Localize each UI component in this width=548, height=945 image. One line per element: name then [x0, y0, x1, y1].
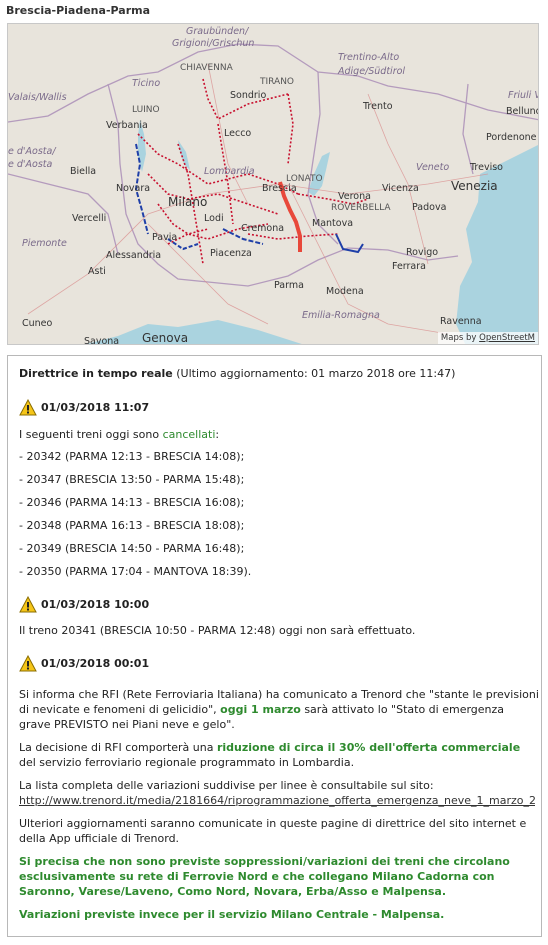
p2-highlight: riduzione di circa il 30% dell'offerta c… [216, 741, 521, 754]
map-label: Graubünden/ [186, 26, 250, 37]
map-label: Modena [326, 286, 364, 297]
panel-headline: Direttrice in tempo reale (Ultimo aggior… [19, 366, 539, 382]
trenord-pdf-link[interactable]: http://www.trenord.it/media/2181664/ripr… [19, 794, 535, 807]
map-label: Venezia [451, 179, 498, 193]
entry-paragraph-highlight: Si precisa che non sono previste soppres… [19, 855, 510, 898]
map-label: Trentino-Alto [338, 52, 399, 63]
map-label: Sondrio [230, 90, 266, 101]
map-label: Biella [70, 166, 96, 177]
map-label: Savona [84, 336, 119, 345]
train-item: - 20349 (BRESCIA 14:50 - PARMA 16:48); [19, 542, 245, 555]
map-label: Lodi [204, 213, 224, 224]
headline-update-time: (Ultimo aggiornamento: 01 marzo 2018 ore… [172, 367, 456, 380]
map-label: Grigioni/Grischun [172, 38, 254, 49]
map-label: CHIAVENNA [180, 63, 234, 73]
map-label: Treviso [469, 162, 503, 173]
train-item: - 20348 (PARMA 16:13 - BRESCIA 18:08); [19, 519, 245, 532]
p2-text-after: del servizio ferroviario regionale progr… [19, 756, 355, 769]
map-label: Lecco [224, 128, 251, 139]
map-label: Ferrara [392, 261, 426, 272]
page-title: Brescia-Piadena-Parma [6, 4, 151, 17]
map-label: ROVERBELLA [331, 203, 391, 213]
map-label: Emilia-Romagna [302, 310, 380, 321]
realtime-panel: Direttrice in tempo reale (Ultimo aggior… [7, 355, 542, 937]
entry-paragraph-highlight: Variazioni previste invece per il serviz… [19, 908, 445, 921]
map-label: Verbania [106, 120, 148, 131]
p3-text: La lista completa delle variazioni suddi… [19, 779, 434, 792]
map-label: Parma [274, 280, 304, 291]
map-label: Mantova [312, 218, 353, 229]
map-label: Belluno [506, 106, 539, 117]
map-label: Pavia [152, 232, 177, 243]
map-label: Cuneo [22, 318, 53, 329]
entry-header: 01/03/2018 00:01 [19, 653, 539, 673]
warning-icon [19, 595, 37, 612]
p2-text: La decisione di RFI comporterà una [19, 741, 217, 754]
map-label: Rovigo [406, 247, 438, 258]
map-label: Veneto [416, 162, 449, 173]
link-wrapper: http://www.trenord.it/media/2181664/ripr… [19, 793, 535, 808]
map-label: Ticino [132, 78, 160, 89]
entry-paragraph: La lista completa delle variazioni suddi… [19, 778, 539, 808]
warning-icon [19, 654, 37, 671]
map-label: e d'Aosta [8, 159, 52, 170]
map-label: Pordenone [486, 132, 537, 143]
entry-date: 01/03/2018 00:01 [41, 656, 150, 670]
entry-text: Il treno 20341 (BRESCIA 10:50 - PARMA 12… [19, 624, 416, 637]
map-label: Trento [362, 101, 393, 112]
entry-paragraph: Si informa che RFI (Rete Ferroviaria Ita… [19, 687, 539, 732]
map-label: Brescia [262, 183, 297, 194]
map-label: Novara [116, 183, 150, 194]
map-label: TIRANO [259, 77, 294, 87]
map-label: Valais/Wallis [8, 92, 67, 103]
map-label: Asti [88, 266, 106, 277]
entry-paragraph: Ulteriori aggiornamenti saranno comunica… [19, 817, 527, 845]
train-item: - 20346 (PARMA 14:13 - BRESCIA 16:08); [19, 496, 245, 509]
map-attribution: Maps by OpenStreetM [437, 332, 538, 344]
train-item: - 20347 (BRESCIA 13:50 - PARMA 15:48); [19, 473, 245, 486]
entry-paragraph: La decisione di RFI comporterà una riduz… [19, 740, 539, 770]
map-label: Piemonte [22, 238, 67, 249]
warning-icon [19, 398, 37, 415]
train-item: - 20342 (PARMA 12:13 - BRESCIA 14:08); [19, 450, 245, 463]
map-label: Vicenza [382, 183, 419, 194]
train-item: - 20350 (PARMA 17:04 - MANTOVA 18:39). [19, 565, 252, 578]
route-map[interactable]: Graubünden/ Grigioni/Grischun CHIAVENNA … [7, 23, 539, 345]
map-label: Lombardia [204, 166, 255, 177]
headline-title: Direttrice in tempo reale [19, 367, 173, 380]
entry-date: 01/03/2018 11:07 [41, 400, 150, 414]
map-label: Friuli V [508, 90, 539, 101]
intro-colon: : [215, 428, 220, 441]
attribution-prefix: Maps by [440, 333, 477, 343]
entry-date: 01/03/2018 10:00 [41, 597, 150, 611]
map-label: Piacenza [210, 248, 252, 259]
map-label: Alessandria [106, 250, 161, 261]
map-label: Milano [168, 195, 207, 209]
map-label: Adige/Südtirol [337, 66, 405, 77]
map-label: Cremona [241, 223, 284, 234]
intro-text: I seguenti treni oggi sono [19, 428, 163, 441]
entry-header: 01/03/2018 11:07 [19, 397, 539, 417]
map-canvas[interactable]: Graubünden/ Grigioni/Grischun CHIAVENNA … [8, 24, 539, 345]
openstreetmap-link[interactable]: OpenStreetM [479, 333, 535, 343]
map-label: Ravenna [440, 316, 482, 327]
map-label: Genova [142, 331, 188, 345]
entry-header: 01/03/2018 10:00 [19, 594, 539, 614]
map-label: e d'Aosta/ [8, 146, 57, 157]
p1-highlight: oggi 1 marzo [220, 703, 301, 716]
cancelled-highlight: cancellati [162, 428, 216, 441]
entry-intro: I seguenti treni oggi sono cancellati: [19, 427, 539, 442]
map-label: LUINO [132, 105, 160, 115]
map-label: Padova [412, 202, 446, 213]
map-label: Vercelli [72, 213, 106, 224]
map-label: Verona [338, 191, 371, 202]
